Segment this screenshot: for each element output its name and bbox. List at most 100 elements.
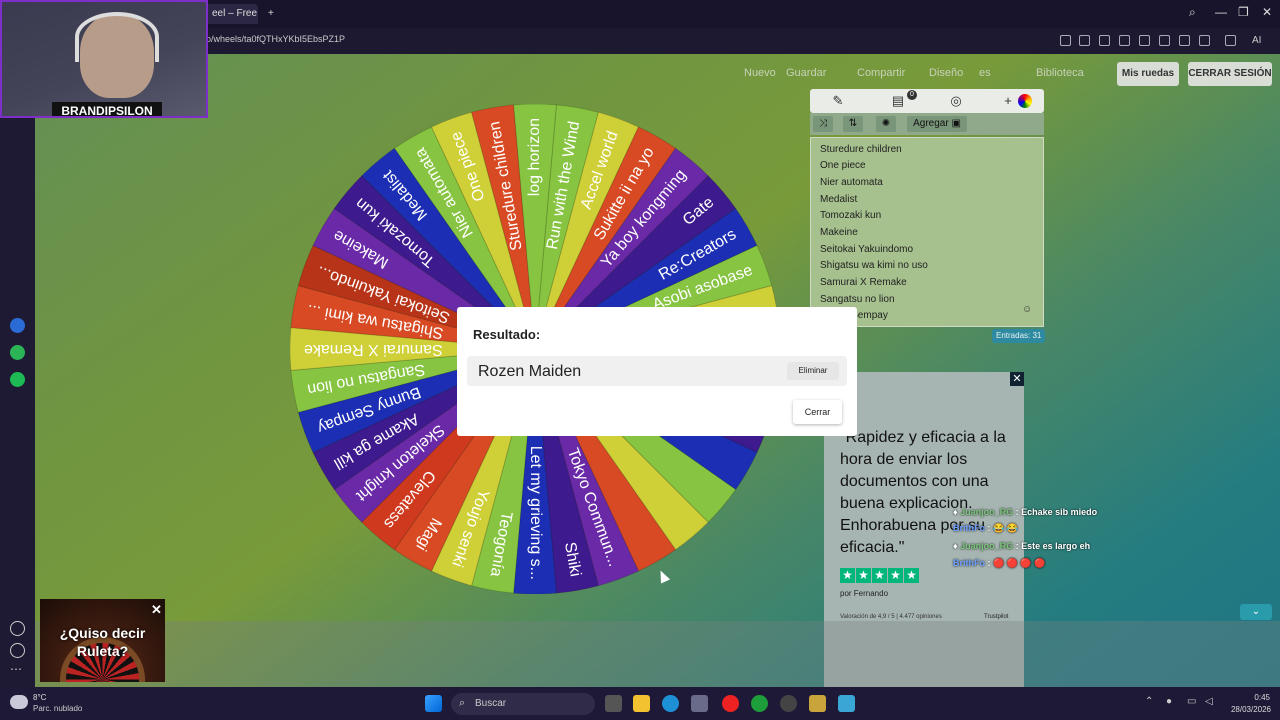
messenger-icon[interactable] [10, 318, 25, 333]
agregar-button[interactable]: Agregar ▣ [907, 116, 967, 132]
ruleta-popup[interactable]: ¿Quiso decir Ruleta? [40, 599, 165, 682]
compartir-link[interactable]: Compartir [857, 67, 905, 79]
search-icon[interactable]: ⌕ [1189, 5, 1196, 20]
camera-icon[interactable] [1079, 35, 1090, 46]
microphone-icon[interactable]: ● [1166, 696, 1172, 707]
mis-ruedas-button[interactable]: Mis ruedas [1117, 62, 1179, 86]
close-icon[interactable]: ✕ [1262, 5, 1272, 19]
shuffle-icon[interactable]: ⤨ [813, 116, 833, 132]
chat-text: Este es largo eh [1021, 541, 1091, 551]
biblioteca-link[interactable]: Biblioteca [1036, 67, 1084, 79]
result-text: Rozen Maiden [478, 363, 582, 380]
history-icon[interactable] [10, 643, 25, 658]
volume-icon[interactable]: ◁ [1205, 696, 1213, 707]
entries-textarea[interactable]: Sturedure children One piece Nier automa… [810, 137, 1044, 327]
spotify-icon[interactable] [10, 372, 25, 387]
more-icon[interactable]: ⋯ [10, 663, 25, 679]
entry-item: Seitokai Yakuindomo [820, 244, 914, 255]
weather-desc[interactable]: Parc. nublado [33, 704, 82, 713]
result-box: Rozen Maiden Eliminar [467, 356, 847, 386]
obs-icon[interactable] [780, 695, 797, 712]
close-icon[interactable]: ✕ [151, 602, 162, 618]
bottom-strip [35, 621, 1280, 687]
star-icon: ★ [840, 568, 855, 583]
profile-icon[interactable] [1199, 35, 1210, 46]
trustpilot-logo: Trustpilot [984, 614, 1009, 620]
heart-icon[interactable] [10, 621, 25, 636]
sort-icon[interactable]: ⇅ [843, 116, 863, 132]
entry-item: Tomozaki kun [820, 210, 882, 221]
browser-tab[interactable]: eel – Free W [206, 4, 258, 24]
cerrar-button[interactable]: Cerrar [793, 400, 842, 424]
cerrar-sesion-button[interactable]: CERRAR SESIÓN [1188, 62, 1272, 86]
download-icon[interactable] [1159, 35, 1170, 46]
task-view-icon[interactable] [605, 695, 622, 712]
dialog-title: Resultado: [473, 327, 541, 342]
network-icon[interactable]: ▭ [1187, 696, 1196, 707]
taskbar-time[interactable]: 0:45 [1225, 693, 1270, 702]
weather-temp[interactable]: 8°C [33, 693, 46, 702]
entry-item: Shigatsu wa kimi no uso [820, 260, 928, 271]
nuevo-link[interactable]: Nuevo [744, 67, 776, 79]
url-text[interactable]: o/wheels/ta0fQTHxYKbI5EbsPZ1P [206, 34, 345, 44]
search-label: Buscar [475, 698, 507, 709]
wheel-label: Samurai X Remake [304, 341, 443, 358]
search-icon: ⌕ [459, 697, 466, 709]
shield-icon[interactable] [1099, 35, 1110, 46]
emoji-icon[interactable]: ☺ [1022, 304, 1032, 315]
clipboard-icon[interactable]: ▤ [890, 93, 906, 109]
edit-icon[interactable] [1060, 35, 1071, 46]
weather-icon[interactable] [10, 695, 28, 709]
taskbar-date[interactable]: 28/03/2026 [1221, 705, 1271, 714]
wheel-label: Let my grieving s... [527, 446, 544, 580]
chat-text: 😂 😂 [993, 523, 1018, 533]
whatsapp-icon[interactable] [10, 345, 25, 360]
extension-icon[interactable] [1225, 35, 1236, 46]
opera-icon[interactable] [722, 695, 739, 712]
menu-icon[interactable] [1179, 35, 1190, 46]
eliminar-button[interactable]: Eliminar [787, 362, 839, 380]
ad-close-icon[interactable]: ✕ [1010, 372, 1024, 386]
app-icon[interactable] [809, 695, 826, 712]
restore-icon[interactable]: ❐ [1238, 5, 1249, 19]
chat-message: BrithFo : 🔴 🔴 🔴 🔴 [953, 558, 1046, 568]
windows-start-icon[interactable] [425, 695, 442, 712]
plus-icon[interactable]: + [1000, 93, 1016, 109]
minimize-icon[interactable]: — [1215, 5, 1227, 19]
chat-user: BrithFo [953, 523, 985, 533]
entry-item: Samurai X Remake [820, 277, 907, 288]
webcam-overlay: BRANDIPSILON [0, 0, 208, 118]
entry-item: Sangatsu no lion [820, 294, 895, 305]
new-tab-button[interactable]: + [262, 4, 292, 24]
tab-title: eel – Free W [212, 8, 258, 19]
headphones [75, 12, 159, 62]
panel-tools: ⤨ ⇅ ✺ Agregar ▣ [810, 113, 1044, 135]
ai-button[interactable]: AI [1252, 35, 1261, 46]
windows-taskbar: 8°C Parc. nublado ⌕ Buscar ⌃ ● ▭ ◁ 0:45 … [0, 687, 1280, 720]
new-tab-label: + [268, 8, 274, 19]
eye-off-icon[interactable]: ◎ [948, 93, 964, 109]
store-icon[interactable] [691, 695, 708, 712]
settings-icon[interactable]: ✺ [876, 116, 896, 132]
taskbar-search[interactable]: ⌕ Buscar [451, 693, 595, 715]
edge-icon[interactable] [662, 695, 679, 712]
notepad-icon[interactable] [838, 695, 855, 712]
diseno-link[interactable]: Diseño [929, 67, 963, 79]
chat-user: Juanjoo_RG [960, 541, 1014, 551]
xbox-icon[interactable] [751, 695, 768, 712]
play-icon[interactable] [1119, 35, 1130, 46]
pencil-icon[interactable]: ✎ [830, 93, 846, 109]
heart-icon[interactable] [1139, 35, 1150, 46]
panel-tabs: ✎ ▤ 0 ◎ + [810, 89, 1044, 113]
star-icon: ★ [904, 568, 919, 583]
color-wheel-icon[interactable] [1018, 94, 1032, 108]
star-icon: ★ [888, 568, 903, 583]
file-explorer-icon[interactable] [633, 695, 650, 712]
chevron-up-icon[interactable]: ⌃ [1145, 696, 1153, 707]
ad-author: por Fernando [840, 589, 889, 598]
ad-rating: Valoración de 4,9 / 5 | 4.477 opiniones [840, 614, 942, 620]
entries-count-badge: Entradas: 31 [992, 329, 1046, 343]
guardar-link[interactable]: Guardar [786, 67, 826, 79]
language-link[interactable]: es [979, 67, 991, 79]
chevron-down-icon[interactable]: ⌄ [1240, 604, 1272, 620]
